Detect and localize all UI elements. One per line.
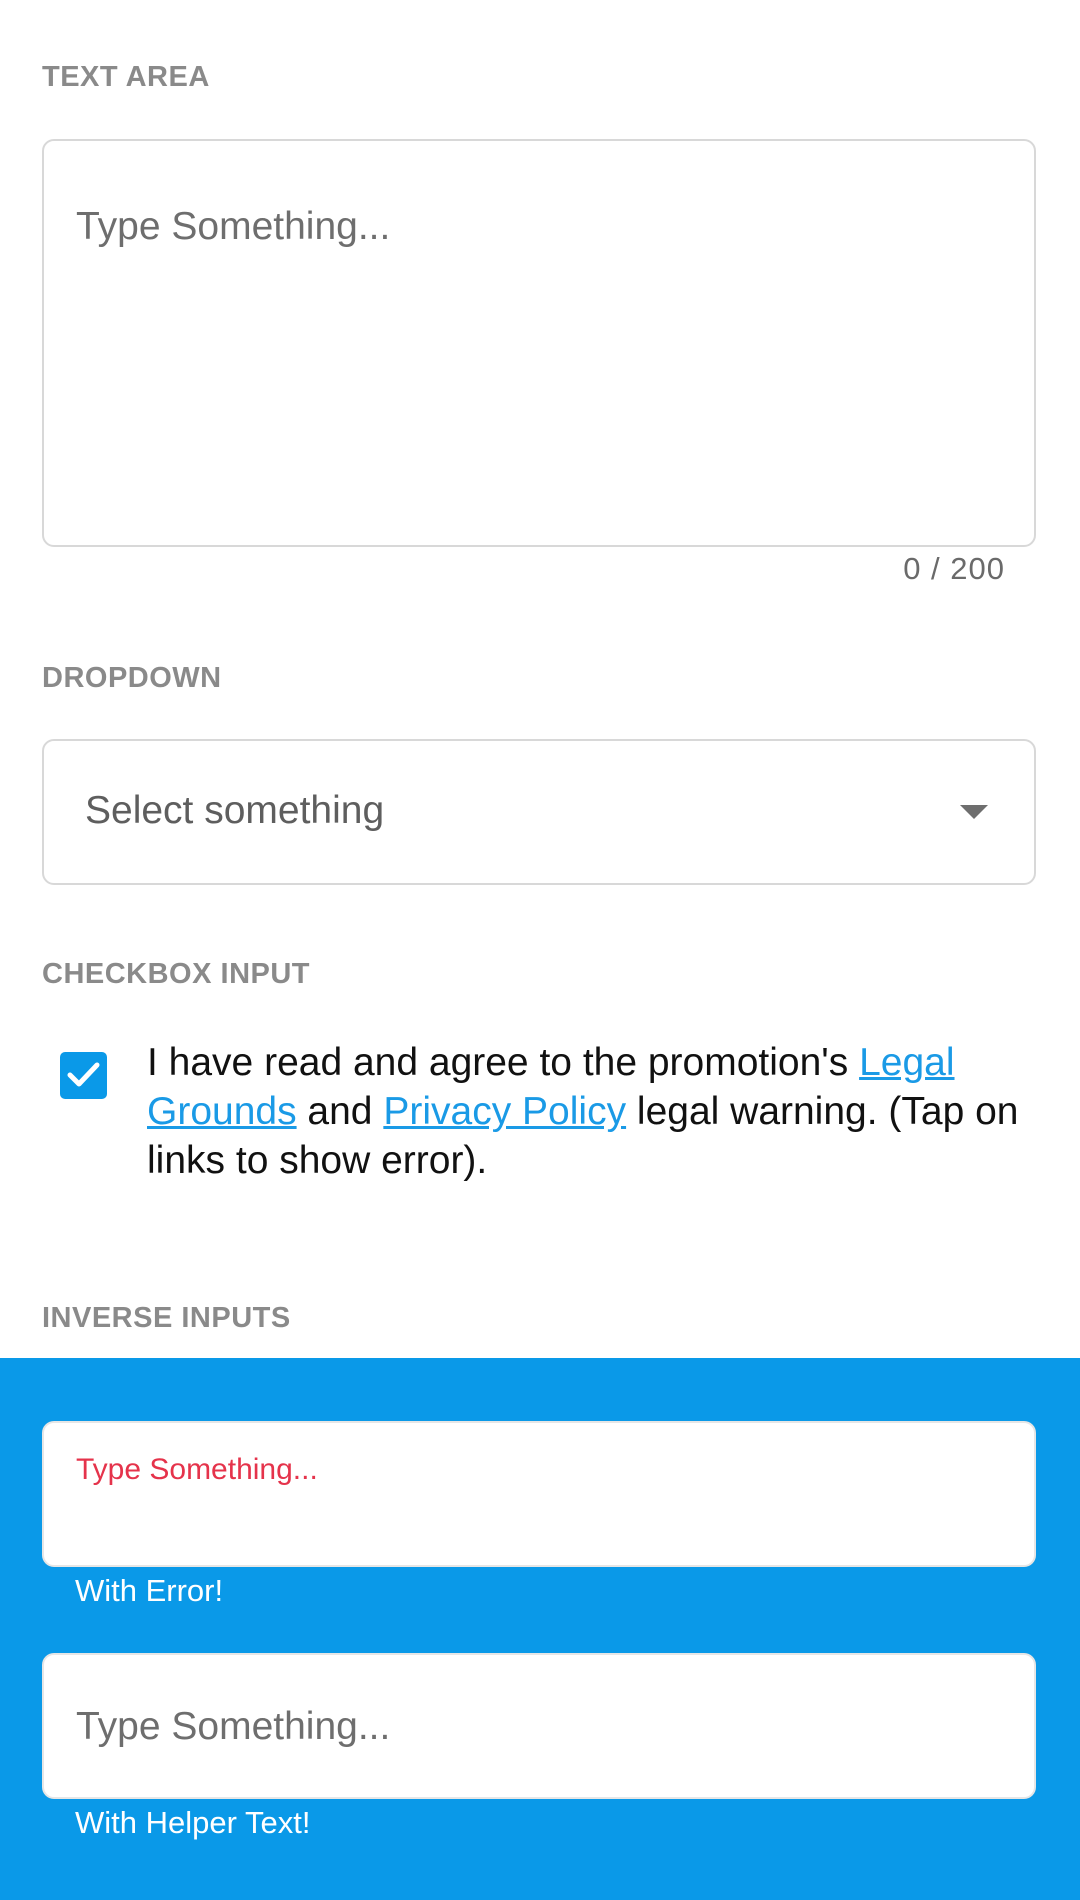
text-area-placeholder: Type Something... (76, 205, 391, 248)
select-dropdown[interactable]: Select something (42, 739, 1036, 885)
agree-text-start: I have read and agree to the promotion's (147, 1041, 860, 1084)
agree-text: I have read and agree to the promotion's… (147, 1038, 1037, 1185)
dropdown-value: Select something (85, 789, 385, 832)
error-helper-text: With Error! (75, 1573, 224, 1608)
dropdown-section-label: DROPDOWN (42, 662, 222, 694)
agree-checkbox[interactable] (60, 1052, 107, 1099)
checkbox-section-label: CHECKBOX INPUT (42, 958, 311, 990)
caret-down-icon (960, 805, 988, 819)
inverse-inputs-section-label: INVERSE INPUTS (42, 1302, 291, 1334)
privacy-policy-link[interactable]: Privacy Policy (383, 1090, 626, 1133)
error-text-input[interactable]: Type Something... (42, 1421, 1036, 1567)
helper-text-input[interactable]: Type Something... (42, 1653, 1036, 1799)
text-area-input[interactable]: Type Something... (42, 139, 1036, 547)
helper-text: With Helper Text! (75, 1805, 311, 1840)
error-input-placeholder: Type Something... (76, 1453, 318, 1486)
checkmark-icon (67, 1062, 100, 1087)
helper-input-placeholder: Type Something... (76, 1705, 391, 1748)
agree-text-middle: and (296, 1090, 384, 1133)
text-area-section-label: TEXT AREA (42, 61, 210, 93)
character-counter: 0 / 200 (903, 551, 1005, 586)
